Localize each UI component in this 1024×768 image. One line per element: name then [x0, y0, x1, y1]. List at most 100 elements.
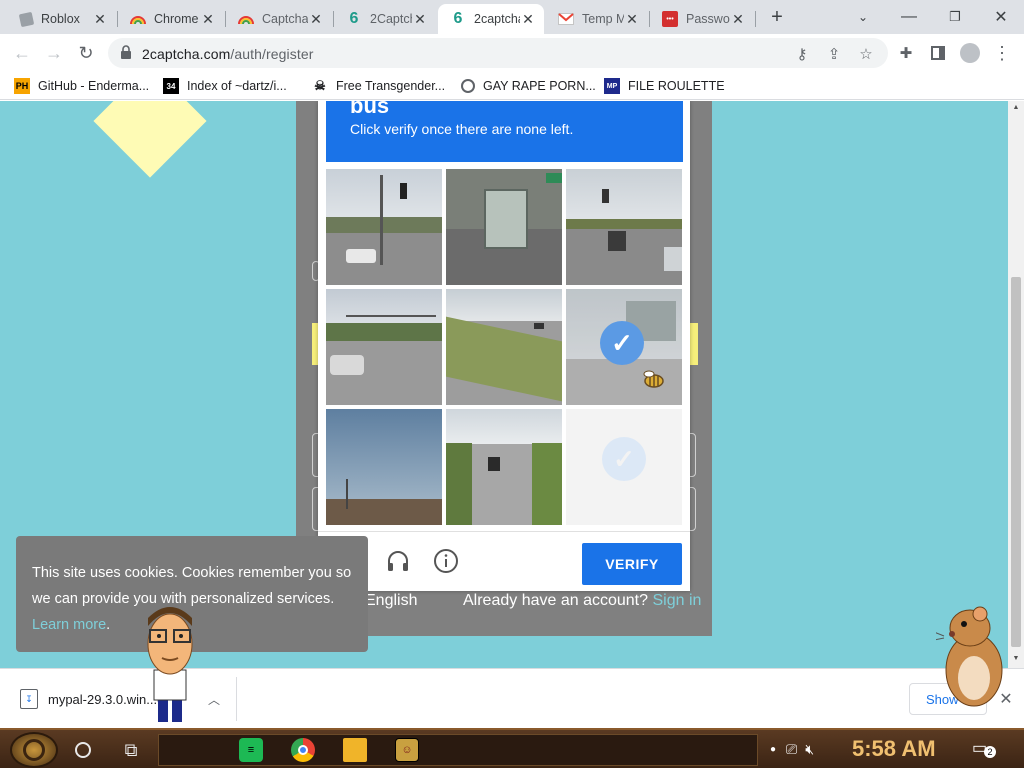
cartoon-man-mascot — [140, 604, 202, 724]
network-icon[interactable]: ⎚ — [786, 741, 797, 758]
close-tab-icon[interactable]: ✕ — [624, 11, 640, 28]
verify-button[interactable]: VERIFY — [582, 543, 682, 585]
bookmark-github[interactable]: PH GitHub - Enderma... — [14, 77, 149, 95]
close-tab-icon[interactable]: ✕ — [730, 11, 746, 28]
profile-button[interactable] — [956, 39, 984, 67]
captcha-target-word: bus — [350, 101, 390, 118]
search-button[interactable] — [70, 734, 96, 766]
captcha-tile-selected[interactable]: ✓ — [566, 289, 682, 405]
menu-button[interactable]: ⋮ — [988, 39, 1016, 67]
cookie-period: . — [106, 617, 111, 633]
scroll-up-icon[interactable]: ▲ — [1011, 104, 1021, 114]
url-path: /auth/register — [230, 46, 314, 62]
learn-more-link[interactable]: Learn more — [32, 617, 106, 633]
start-button[interactable] — [10, 732, 58, 768]
tab-temp-mail[interactable]: Temp Mail ✕ — [546, 4, 648, 34]
tab-separator — [755, 11, 756, 27]
bookmark-file-roulette[interactable]: MP FILE ROULETTE — [604, 77, 725, 95]
bookmark-globe[interactable]: GAY RAPE PORN... — [461, 77, 596, 95]
close-tab-icon[interactable]: ✕ — [92, 11, 108, 28]
side-panel-button[interactable] — [924, 39, 952, 67]
2captcha-icon: 6 — [453, 10, 463, 27]
cursor-bee-icon — [640, 369, 666, 391]
captcha-tile[interactable] — [326, 169, 442, 285]
scroll-down-icon[interactable]: ▼ — [1011, 655, 1021, 665]
extensions-button[interactable]: ✚ — [892, 39, 920, 67]
chevron-up-icon[interactable]: ︿ — [204, 691, 224, 708]
already-label: Already have an account? — [463, 592, 653, 609]
start-orb-icon — [23, 739, 45, 761]
bookmark-index[interactable]: 34 Index of ~dartz/i... — [163, 77, 287, 95]
info-button[interactable] — [432, 548, 460, 578]
star-icon: ☆ — [859, 46, 873, 63]
new-tab-button[interactable]: + — [764, 4, 790, 30]
sign-in-link[interactable]: Sign in — [652, 592, 701, 609]
minimize-button[interactable]: — — [896, 4, 922, 30]
minimize-icon: — — [901, 8, 917, 25]
notifications-button[interactable]: ▭ 2 — [972, 738, 996, 760]
close-window-button[interactable]: ✕ — [988, 4, 1014, 30]
captcha-tile[interactable] — [566, 169, 682, 285]
more-vertical-icon: ⋮ — [993, 42, 1011, 63]
bookmark-star-button[interactable]: ☆ — [856, 44, 876, 64]
globe-icon — [461, 79, 475, 93]
spotify-app-icon[interactable]: ≡ — [239, 738, 263, 762]
tab-label: Temp Mail — [582, 12, 624, 26]
decorative-diamond — [93, 101, 207, 178]
share-button[interactable]: ⇪ — [824, 44, 844, 64]
captcha-tile[interactable] — [446, 409, 562, 525]
forward-button[interactable]: → — [40, 39, 68, 67]
key-icon: ⚷ — [796, 46, 808, 63]
search-circle-icon — [75, 742, 91, 758]
close-tab-icon[interactable]: ✕ — [520, 11, 536, 28]
tab-strip: Roblox ✕ Chrome ✕ Captcha ✕ 6 2Captcha ✕… — [0, 0, 1024, 34]
clock[interactable]: 5:58 AM — [852, 736, 936, 762]
captcha-tile[interactable] — [446, 289, 562, 405]
checkmark-icon: ✓ — [602, 437, 646, 481]
puzzle-icon: ✚ — [899, 45, 913, 62]
tab-label: 2captcha — [474, 12, 520, 26]
page-content: English Already have an account? Sign in… — [0, 101, 1008, 668]
game-app-icon[interactable]: ☺ — [395, 738, 419, 762]
close-tab-icon[interactable]: ✕ — [412, 11, 428, 28]
back-button[interactable]: ← — [8, 39, 36, 67]
qr-icon: 34 — [163, 78, 179, 94]
tab-captcha[interactable]: Captcha ✕ — [226, 4, 332, 34]
captcha-tile[interactable] — [326, 289, 442, 405]
volume-muted-icon[interactable]: 🔇︎ — [805, 741, 814, 758]
captcha-tile-faded[interactable]: ✓ — [566, 409, 682, 525]
captcha-challenge: bus Click verify once there are none lef… — [318, 101, 690, 591]
close-tab-icon[interactable]: ✕ — [308, 11, 324, 28]
language-selector[interactable]: English — [365, 592, 417, 610]
browser-toolbar: ← → ↻ 2captcha.com/auth/register ⚷ ⇪ ☆ ✚… — [0, 34, 1024, 72]
reload-button[interactable]: ↻ — [72, 39, 100, 67]
tab-search-button[interactable]: ⌄ — [850, 4, 876, 30]
url-text: 2captcha.com/auth/register — [142, 46, 313, 62]
2captcha-icon: 6 — [349, 10, 359, 27]
chrome-app-icon[interactable] — [291, 738, 315, 762]
bookmarks-bar: PH GitHub - Enderma... 34 Index of ~dart… — [0, 72, 1024, 100]
file-explorer-icon[interactable] — [343, 738, 367, 762]
task-view-button[interactable]: ⧉ — [118, 734, 144, 766]
tab-2captcha[interactable]: 6 2Captcha ✕ — [334, 4, 436, 34]
captcha-tile[interactable] — [326, 409, 442, 525]
tab-roblox[interactable]: Roblox ✕ — [8, 4, 116, 34]
page-scrollbar[interactable]: ▲ ▼ — [1008, 101, 1024, 668]
tray-chevron-icon[interactable]: ● — [770, 744, 776, 755]
headphones-icon — [386, 549, 410, 580]
reload-icon: ↻ — [78, 42, 94, 63]
tab-password[interactable]: ••• Password ✕ — [650, 4, 754, 34]
scrollbar-thumb[interactable] — [1011, 277, 1021, 647]
audio-challenge-button[interactable] — [384, 550, 412, 578]
ph-icon: PH — [14, 78, 30, 94]
address-bar[interactable]: 2captcha.com/auth/register ⚷ ⇪ ☆ — [108, 38, 888, 68]
captcha-footer: ↻ VERIFY — [318, 531, 690, 591]
tab-chrome[interactable]: Chrome ✕ — [118, 4, 224, 34]
close-tab-icon[interactable]: ✕ — [200, 11, 216, 28]
bookmark-free[interactable]: ☠ Free Transgender... — [312, 77, 445, 95]
captcha-tile[interactable] — [446, 169, 562, 285]
restore-button[interactable]: ❐ — [942, 4, 968, 30]
password-key-button[interactable]: ⚷ — [792, 44, 812, 64]
chrome-rainbow-icon — [130, 11, 146, 27]
tab-2captcha-active[interactable]: 6 2captcha ✕ — [438, 4, 544, 34]
